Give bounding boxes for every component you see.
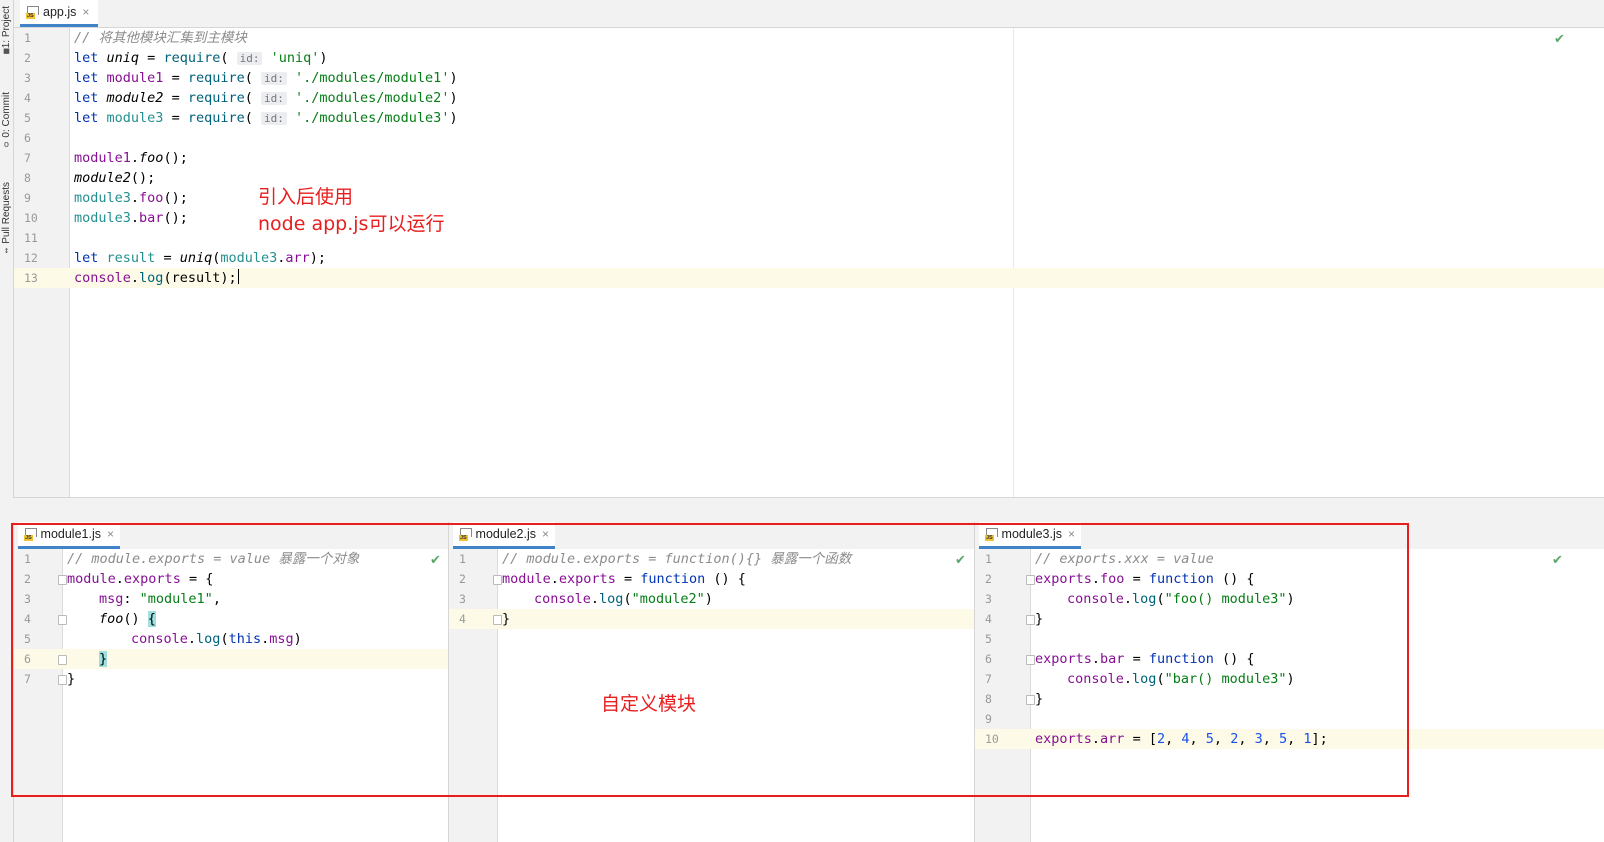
module2-editor[interactable]: ✔ 1 // module.exports = function(){} 暴露一…: [449, 549, 974, 842]
tab-module3-js[interactable]: JS module3.js ×: [979, 522, 1081, 549]
commit-icon: o: [3, 139, 10, 150]
text-caret: [237, 269, 240, 284]
tool-window-strip: 1: Project ▀ 0: Commit o Pull Requests ↕: [0, 0, 14, 842]
pull-request-icon: ↕: [3, 245, 10, 256]
parameter-hint: id:: [261, 72, 287, 85]
close-icon[interactable]: ×: [107, 527, 114, 541]
code-line: 5: [985, 632, 992, 646]
close-icon[interactable]: ×: [542, 527, 549, 541]
code-line: 11: [24, 231, 38, 245]
code-line: 8 }: [985, 691, 1044, 707]
module3-editor[interactable]: ✔ 1 // exports.xxx = value 2 exports.foo…: [975, 549, 1604, 842]
code-line: 1 // module.exports = function(){} 暴露一个函…: [459, 551, 852, 567]
current-line: 10 exports.arr = [2, 4, 5, 2, 3, 5, 1];: [975, 729, 1604, 749]
tab-module2-js-label: module2.js: [475, 527, 536, 541]
code-line: 3 console.log("foo() module3"): [985, 591, 1295, 607]
parameter-hint: id:: [236, 52, 263, 65]
project-tool-tab[interactable]: 1: Project ▀: [0, 6, 13, 60]
code-line: 4 foo() {: [24, 611, 156, 627]
close-icon[interactable]: ×: [82, 5, 89, 19]
fold-marker[interactable]: [493, 615, 502, 625]
js-file-icon: JS: [985, 527, 998, 541]
tab-module1-js[interactable]: JS module1.js ×: [18, 522, 120, 549]
code-line: 3 msg: "module1",: [24, 591, 221, 607]
code-line: 1 // exports.xxx = value: [985, 551, 1214, 567]
fold-marker[interactable]: [493, 575, 502, 585]
annotation-usage-title: 引入后使用: [258, 186, 354, 208]
pull-requests-tool-tab[interactable]: Pull Requests ↕: [0, 182, 13, 256]
code-line: 9 module3.foo();: [24, 190, 188, 206]
js-file-icon: JS: [459, 527, 472, 541]
code-line: 1 // 将其他模块汇集到主模块: [24, 30, 247, 46]
fold-marker[interactable]: [58, 575, 67, 585]
pull-requests-tool-label: Pull Requests: [1, 182, 12, 244]
tab-module1-js-label: module1.js: [40, 527, 101, 541]
code-line: 6 exports.bar = function () {: [985, 651, 1255, 667]
fold-marker[interactable]: [1026, 615, 1035, 625]
code-line: 4 let module2 = require( id: './modules/…: [24, 90, 458, 106]
tab-module3-js-label: module3.js: [1001, 527, 1062, 541]
annotation-custom-modules: 自定义模块: [601, 693, 697, 715]
fold-marker[interactable]: [1026, 655, 1035, 665]
split-divider[interactable]: [13, 497, 1604, 522]
fold-marker[interactable]: [58, 655, 67, 665]
code-line: 7 console.log("bar() module3"): [985, 671, 1295, 687]
code-line: 7 module1.foo();: [24, 150, 188, 166]
commit-tool-tab[interactable]: 0: Commit o: [0, 92, 13, 150]
module1-editor-tabbar: JS module1.js ×: [14, 522, 448, 550]
module2-editor-tabbar: JS module2.js ×: [449, 522, 974, 550]
code-line: 8 module2();: [24, 170, 156, 186]
code-line: 6: [24, 131, 31, 145]
js-file-icon: JS: [26, 5, 39, 19]
code-line: 5 console.log(this.msg): [24, 631, 302, 647]
parameter-hint: id:: [261, 112, 287, 125]
code-line: 7 }: [24, 671, 76, 687]
module1-editor[interactable]: ✔ 1 // module.exports = value 暴露一个对象 2 m…: [14, 549, 448, 842]
code-line: 9: [985, 712, 992, 726]
code-line: 12 let result = uniq(module3.arr);: [24, 250, 327, 266]
folder-icon: ▀: [3, 50, 10, 61]
tab-app-js-label: app.js: [43, 5, 77, 19]
module3-editor-tabbar: JS module3.js ×: [975, 522, 1604, 550]
tab-app-js[interactable]: JS app.js ×: [20, 0, 98, 27]
annotation-usage-run: node app.js可以运行: [258, 213, 445, 235]
commit-tool-label: 0: Commit: [1, 92, 12, 138]
code-line: 3 let module1 = require( id: './modules/…: [24, 70, 458, 86]
current-line: 13 console.log(result);: [14, 268, 1604, 288]
parameter-hint: id:: [261, 92, 287, 105]
code-line: 1 // module.exports = value 暴露一个对象: [24, 551, 360, 567]
fold-marker[interactable]: [58, 675, 67, 685]
fold-marker[interactable]: [1026, 575, 1035, 585]
close-icon[interactable]: ×: [1068, 527, 1075, 541]
code-line: 5 let module3 = require( id: './modules/…: [24, 110, 458, 126]
code-line: 2 exports.foo = function () {: [985, 571, 1255, 587]
tab-module2-js[interactable]: JS module2.js ×: [453, 522, 555, 549]
app-editor-tabbar: JS app.js ×: [14, 0, 1604, 28]
code-line: 2 let uniq = require( id: 'uniq'): [24, 50, 328, 66]
current-line: 6 }: [14, 649, 448, 669]
fold-marker[interactable]: [58, 615, 67, 625]
code-line: 2 module.exports = {: [24, 571, 214, 587]
current-line: 4 }: [449, 609, 974, 629]
code-line: 4 }: [985, 611, 1044, 627]
js-file-icon: JS: [24, 527, 37, 541]
code-line: 2 module.exports = function () {: [459, 571, 746, 587]
project-tool-label: 1: Project: [1, 6, 12, 49]
code-line: 10 module3.bar();: [24, 210, 188, 226]
code-line: 3 console.log("module2"): [459, 591, 713, 607]
fold-marker[interactable]: [1026, 695, 1035, 705]
app-editor[interactable]: ✔ 1 // 将其他模块汇集到主模块 2 let uniq = require(…: [14, 28, 1604, 497]
